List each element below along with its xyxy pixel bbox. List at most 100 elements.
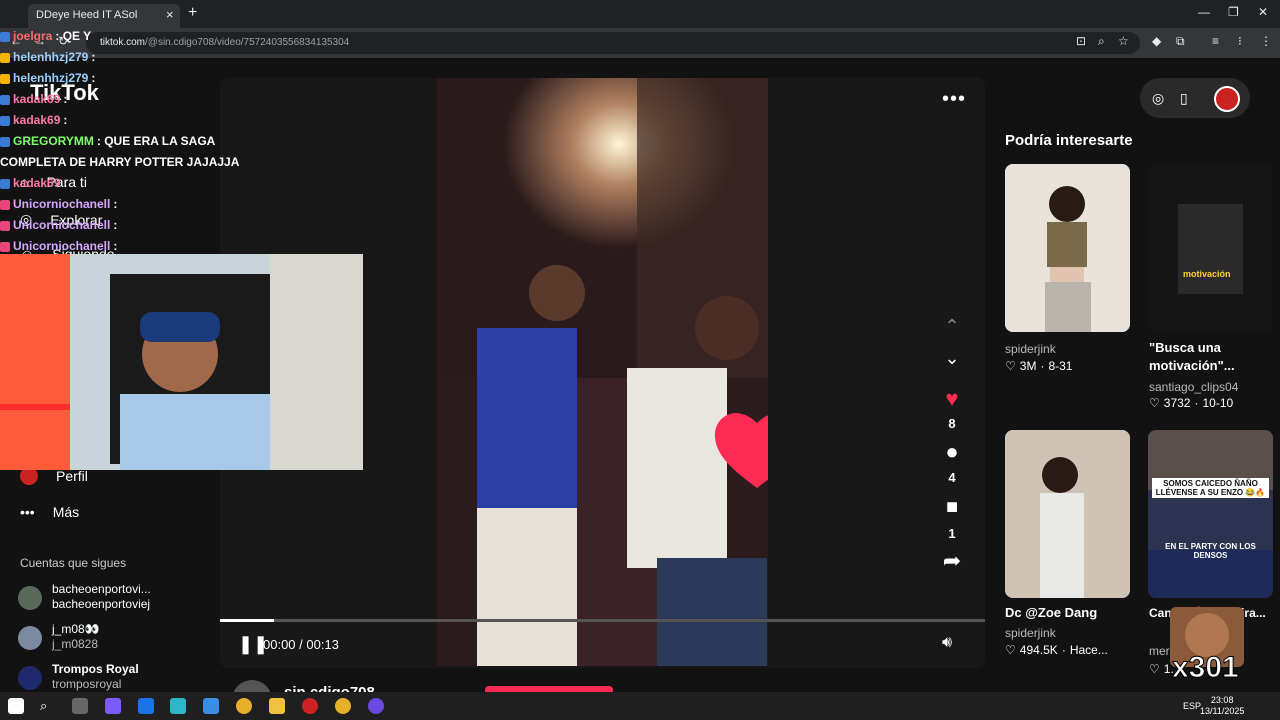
thumbnail-overlay-text: motivación: [1183, 269, 1231, 279]
chat-user: Unicorniochanell: [13, 197, 111, 211]
store-icon[interactable]: [203, 698, 219, 714]
language-indicator[interactable]: ESP: [1183, 701, 1201, 711]
volume-icon[interactable]: 🔊︎: [942, 634, 952, 652]
windows-start-icon[interactable]: [8, 698, 24, 714]
chat-user: kadak69: [13, 176, 61, 190]
rec-author[interactable]: spiderjink: [1005, 626, 1056, 640]
account-username: j_m0828: [52, 637, 99, 651]
edge-icon[interactable]: [170, 698, 186, 714]
video-more-button[interactable]: •••: [942, 88, 966, 111]
video-frame[interactable]: [437, 78, 768, 666]
account-name: Trompos Royal: [52, 662, 139, 676]
rec-date: 10-10: [1202, 396, 1234, 410]
rec-stats: ♡ 494.5K · Hace...: [1005, 641, 1108, 659]
maximize-button[interactable]: ❐: [1228, 5, 1239, 19]
new-tab-button[interactable]: +: [188, 4, 197, 22]
chat-text: :: [91, 50, 96, 64]
thumbnail-illustration: [1005, 430, 1130, 598]
chat-line: GREGORYMM: QUE ERA LA SAGA: [0, 131, 235, 152]
install-icon[interactable]: ⊡: [1076, 34, 1086, 48]
search-icon[interactable]: ⌕: [40, 698, 56, 714]
comment-icon[interactable]: ●: [940, 439, 964, 465]
nav-label: Más: [52, 504, 80, 520]
clock-date: 13/11/2025: [1200, 706, 1245, 716]
rec-date: 8-31: [1048, 359, 1073, 373]
nav-item-more[interactable]: ••• Más: [20, 504, 79, 520]
chat-text: COMPLETA DE HARRY POTTER JAJAJJA: [0, 155, 240, 169]
app-icon[interactable]: [368, 698, 384, 714]
recommendation-thumbnail[interactable]: [1005, 164, 1130, 332]
user-avatar[interactable]: [1214, 86, 1240, 112]
webcam-illustration: [0, 254, 363, 470]
share-icon[interactable]: ➦: [940, 548, 964, 574]
obs-icon[interactable]: [302, 698, 318, 714]
followed-account[interactable]: j_m08👀 j_m0828: [18, 622, 198, 656]
chat-line: helenhhzj279:: [0, 47, 235, 68]
chrome-active-icon[interactable]: [335, 698, 351, 714]
avatar: [18, 626, 42, 650]
copilot-icon[interactable]: [105, 698, 121, 714]
like-heart-icon[interactable]: ♥: [940, 386, 964, 412]
chevron-down-icon[interactable]: ⌄: [940, 348, 964, 369]
recommendation-thumbnail[interactable]: SOMOS CAICEDO ÑAÑO LLÉVENSE A SU ENZO 😂🔥…: [1148, 430, 1273, 598]
rec-author[interactable]: santiago_clips04: [1149, 380, 1238, 394]
save-count: 1: [948, 526, 956, 541]
chat-text: :: [91, 71, 96, 85]
chat-text: :: [63, 113, 68, 127]
coin-icon[interactable]: ◎: [1152, 90, 1164, 107]
progress-track[interactable]: [220, 619, 985, 622]
chat-user: kadak69: [13, 92, 61, 106]
address-bar[interactable]: tiktok.com/@sin.cdigo708/video/757240355…: [86, 32, 1140, 54]
followed-account[interactable]: bacheoenportovi... bacheoenportoviej: [18, 582, 198, 616]
tab-title: DDeye Heed IT ASol: [36, 9, 138, 21]
chevron-up-icon[interactable]: ⌃: [940, 316, 964, 337]
followed-account[interactable]: Trompos Royal tromposroyal: [18, 662, 198, 696]
rec-likes: 494.5K: [1019, 643, 1058, 657]
outlook-icon[interactable]: [138, 698, 154, 714]
badge-icon: [0, 31, 10, 42]
recommendation-thumbnail[interactable]: [1005, 430, 1130, 598]
avatar: [18, 586, 42, 610]
heart-outline-icon: ♡: [1005, 643, 1016, 657]
rec-title[interactable]: "Busca una motivación"...: [1149, 339, 1269, 375]
task-view-icon[interactable]: [72, 698, 88, 714]
badge-icon: [0, 73, 10, 84]
media-icon[interactable]: ≡: [1212, 34, 1219, 48]
tab-close-icon[interactable]: ×: [166, 7, 174, 22]
account-name: j_m08👀: [52, 622, 100, 636]
heart-outline-icon: ♡: [1149, 396, 1160, 410]
rec-title[interactable]: Dc @Zoe Dang: [1005, 604, 1097, 622]
rec-stats: ♡ 3M · 8-31: [1005, 357, 1072, 375]
chat-line: helenhhzj279:: [0, 68, 235, 89]
device-icon[interactable]: ▯: [1180, 90, 1188, 107]
browser-tab[interactable]: DDeye Heed IT ASol: [28, 4, 180, 28]
extensions-puzzle-icon[interactable]: ⧉: [1176, 34, 1185, 49]
webcam-overlay: [0, 254, 363, 470]
badge-icon: [0, 94, 10, 105]
zoom-icon[interactable]: ⌕: [1098, 34, 1105, 49]
bookmark-icon[interactable]: ■: [940, 496, 964, 519]
chrome-icon[interactable]: [236, 698, 252, 714]
badge-icon: [0, 241, 10, 252]
chat-line: joelgra: QE Y: [0, 26, 235, 47]
thumbnail-illustration: [1148, 164, 1273, 332]
chat-line: Unicorniochanell:: [0, 215, 235, 236]
clock[interactable]: 23:08 13/11/2025: [1200, 695, 1244, 717]
extension-icon[interactable]: ◆: [1152, 34, 1161, 48]
bookmark-star-icon[interactable]: ☆: [1118, 34, 1129, 48]
emote-overlay: x301: [1170, 607, 1244, 691]
chat-user: helenhhzj279: [13, 71, 89, 85]
minimize-button[interactable]: —: [1198, 5, 1210, 19]
chat-text: :: [113, 218, 118, 232]
video-time: 00:00 / 00:13: [263, 637, 339, 652]
menu-icon[interactable]: ⋮: [1260, 34, 1272, 48]
chat-text: :: [63, 92, 68, 106]
thumbnail-illustration: [1005, 164, 1130, 332]
split-icon[interactable]: ⁝: [1238, 34, 1242, 48]
rec-author[interactable]: spiderjink: [1005, 342, 1056, 356]
folder-icon[interactable]: [269, 698, 285, 714]
badge-icon: [0, 178, 10, 189]
close-window-button[interactable]: ✕: [1258, 5, 1268, 19]
recommendation-thumbnail[interactable]: motivación: [1148, 164, 1273, 332]
rec-likes: 3732: [1163, 396, 1191, 410]
